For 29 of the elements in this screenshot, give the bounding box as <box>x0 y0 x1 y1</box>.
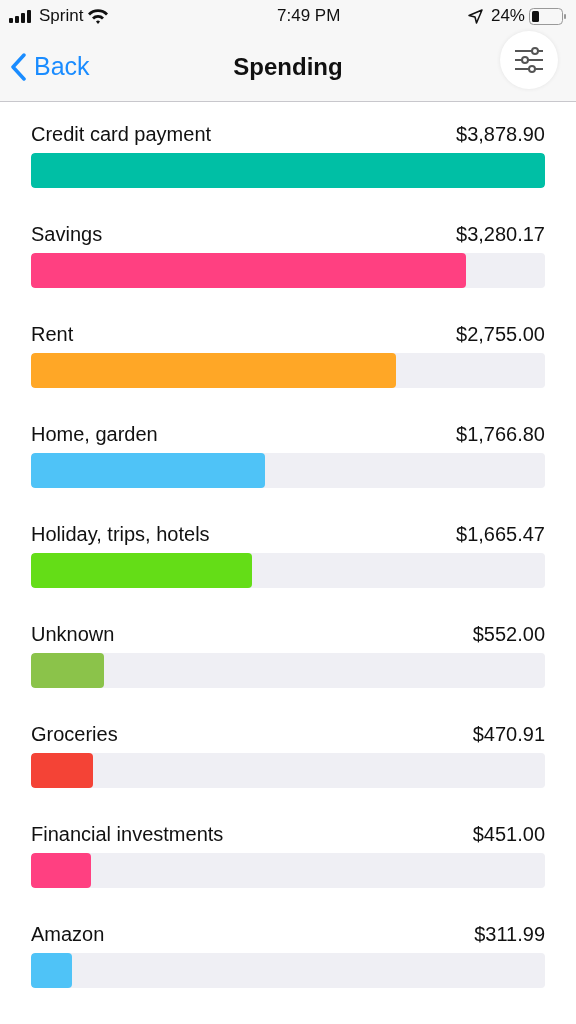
category-amount: $1,665.47 <box>456 522 545 547</box>
chevron-left-icon <box>10 52 26 81</box>
screen-title: Spending <box>233 52 343 80</box>
clock-time: 7:49 PM <box>277 5 341 28</box>
category-amount: $470.91 <box>472 722 545 747</box>
category-name: Holiday, trips, hotels <box>31 522 210 547</box>
category-amount: $2,755.00 <box>456 322 545 347</box>
wifi-icon <box>87 8 110 24</box>
sliders-icon <box>514 46 544 73</box>
category-name: Credit card payment <box>31 122 212 147</box>
carrier-name: Sprint <box>39 5 84 28</box>
category-amount: $1,766.80 <box>456 422 545 447</box>
filter-button[interactable] <box>500 30 558 89</box>
category-name: Savings <box>31 222 103 247</box>
battery-icon <box>529 7 567 25</box>
back-button[interactable]: Back <box>10 47 90 86</box>
category-amount: $451.00 <box>472 822 545 847</box>
category-name: Unknown <box>31 622 115 647</box>
category-name: Financial investments <box>31 822 224 847</box>
category-amount: $552.00 <box>472 622 545 647</box>
category-name: Rent <box>31 322 74 347</box>
category-name: Amazon <box>31 922 105 947</box>
category-name: Groceries <box>31 722 118 747</box>
battery-percent: 24% <box>490 5 525 28</box>
category-amount: $3,280.17 <box>456 222 545 247</box>
category-name: Home, garden <box>31 422 158 447</box>
category-amount: $3,878.90 <box>456 122 545 147</box>
location-arrow-icon <box>467 8 483 24</box>
category-amount: $311.99 <box>474 922 545 947</box>
